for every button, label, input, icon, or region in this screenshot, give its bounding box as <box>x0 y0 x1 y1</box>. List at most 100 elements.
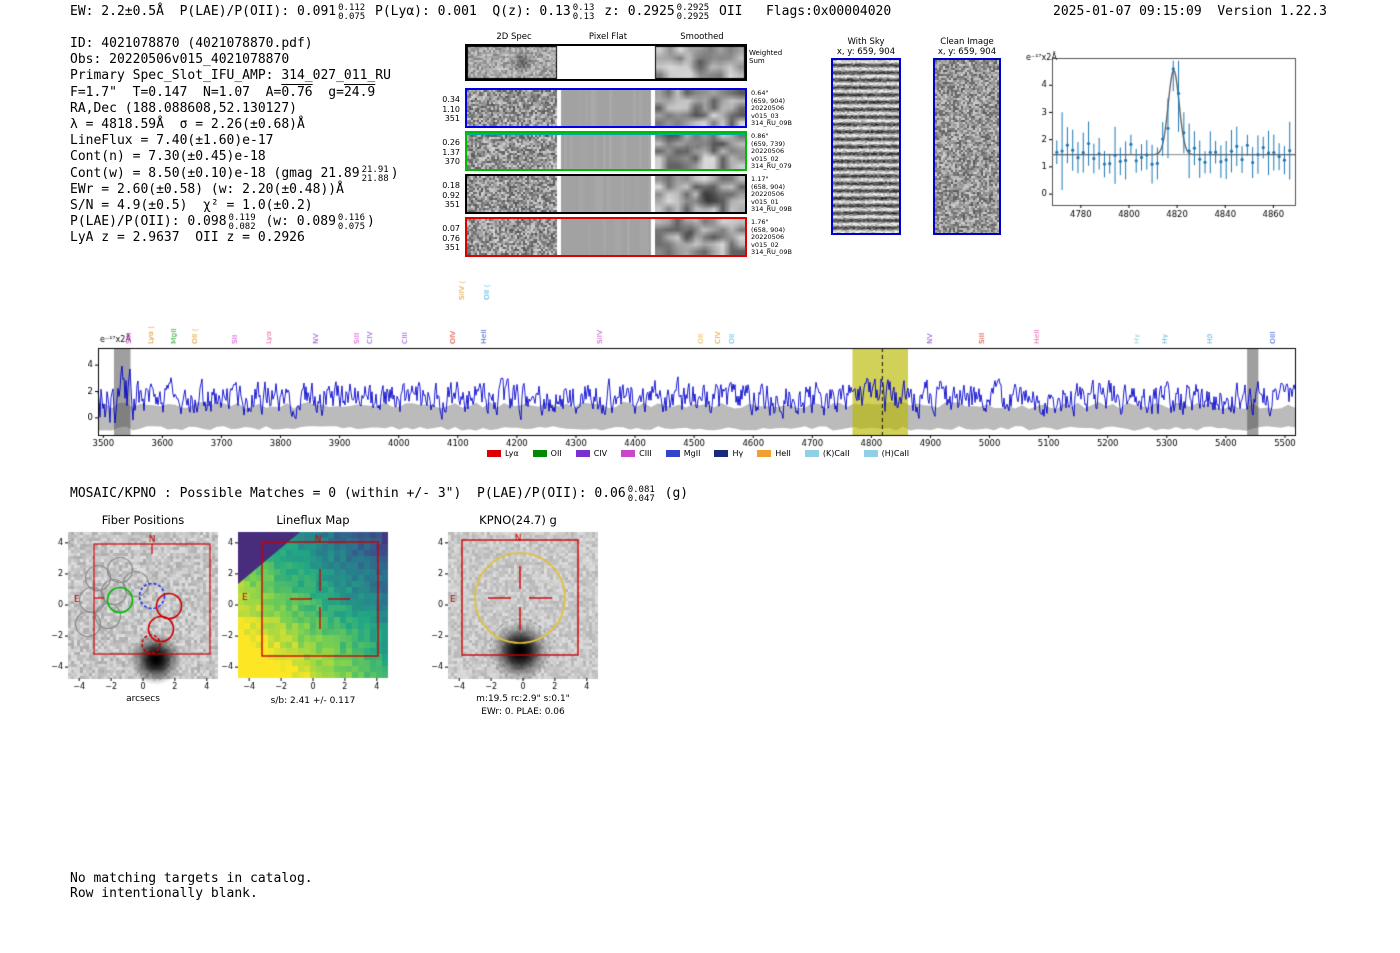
legend-swatch <box>863 450 878 457</box>
spec2d-row-right-labels: 0.64" (659, 904) 20220506 v015_03 314_RU_09B <box>751 89 813 128</box>
weighted-sum-label-line2: Sum <box>749 57 765 65</box>
row-left-label: 0.26 <box>442 138 460 147</box>
clean-image <box>935 60 999 233</box>
info-line: ID: 4021078870 (4021078870.pdf) <box>70 36 399 52</box>
detection-info-block: ID: 4021078870 (4021078870.pdf) Obs: 2022… <box>70 36 399 246</box>
spec2d-row-image <box>467 176 745 212</box>
spec2d-row-left-labels: 0.18 0.92 351 <box>428 181 460 210</box>
legend-label: MgII <box>683 449 701 458</box>
footer-line-2: Row intentionally blank. <box>70 886 258 901</box>
info-line: P(LAE)/P(OII): 0.098 0.119 0.082 (w: 0.089… <box>70 214 399 232</box>
row-left-label: 0.92 <box>442 190 460 200</box>
mosaic-header: MOSAIC/KPNO : Possible Matches = 0 (with… <box>70 486 688 504</box>
legend-item: (H)CaII <box>863 449 910 458</box>
legend-swatch <box>486 450 501 457</box>
weighted-sum-image <box>467 46 745 79</box>
legend-label: OII <box>550 449 562 458</box>
text-segment: Cont(w) = 8.50(±0.10)e-18 (gmag 21.89 <box>70 165 360 181</box>
legend-item: Lyα <box>486 449 519 458</box>
text-segment: ) <box>367 214 375 230</box>
legend-label: (H)CaII <box>881 449 910 458</box>
text-segment: P(LAE)/P(OII): 0.098 <box>70 214 227 230</box>
text-segment: F=1.7" T=0.147 N=1.07 A= <box>70 84 282 100</box>
lineflux-map-title: Lineflux Map <box>276 513 350 527</box>
spectrum-legend: Lyα OII CIV CIII MgII Hγ HeII (K)CaII (H)CaII <box>88 449 1308 459</box>
info-line: Cont(n) = 7.30(±0.45)e-18 <box>70 149 399 165</box>
with-sky-panel <box>831 58 901 235</box>
row-left-label: 0.18 <box>442 181 460 190</box>
text-segment: g= <box>312 84 344 100</box>
spec2d-row-right-labels: 0.86" (659, 739) 20220506 v015_02 314_RU_079 <box>751 132 813 171</box>
spec2d-row-image <box>467 219 745 255</box>
legend-swatch <box>757 450 772 457</box>
fiber-xlabel: arcsecs <box>126 694 160 704</box>
legend-label: CIII <box>639 449 652 458</box>
stacked-uncertainty: 0.2925 0.2925 <box>676 3 710 22</box>
info-line: Obs: 20220506v015_4021078870 <box>70 52 399 68</box>
clean-image-coords: x, y: 659, 904 <box>937 47 997 57</box>
legend-label: (K)CaII <box>822 449 850 458</box>
spec2d-row-image <box>467 90 745 126</box>
info-line: F=1.7" T=0.147 N=1.07 A=0.76 g=24.9 <box>70 85 399 101</box>
spec2d-row <box>465 217 747 257</box>
text-segment: Primary Spec_Slot_IFU_AMP: 314_027_011_R… <box>70 68 391 84</box>
legend-item: CIII <box>621 449 652 458</box>
text-segment: ID: 4021078870 (4021078870.pdf) <box>70 36 313 51</box>
fiber-positions-image <box>40 526 230 694</box>
fiber-positions-title: Fiber Positions <box>101 513 185 527</box>
legend-item: Hγ <box>714 449 743 458</box>
spec2d-row-right-labels: 1.17" (658, 904) 20220506 v015_01 314_RU_09B <box>751 175 813 214</box>
text-segment: OII Flags:0x00004020 <box>711 4 892 19</box>
row-right-label: 314_RU_09B <box>751 119 792 128</box>
legend-item: HeII <box>757 449 791 458</box>
stacked-uncertainty: 0.13 0.13 <box>572 3 595 22</box>
row-left-label: 351 <box>444 114 460 124</box>
col-header-pixelflat: Pixel Flat <box>588 32 628 42</box>
header-summary-line: EW: 2.2±0.5Å P(LAE)/P(OII): 0.091 0.112 0.… <box>70 4 891 22</box>
legend-item: OII <box>532 449 562 458</box>
text-segment: Obs: 20220506v015_4021078870 <box>70 52 290 68</box>
stacked-uncertainty: 21.91 21.88 <box>361 164 389 184</box>
text-segment: P(Lyα): 0.001 Q(z): 0.13 <box>367 4 571 19</box>
col-header-2dspec: 2D Spec <box>496 32 532 42</box>
kpno-caption-2: EWr: 0. PLAE: 0.06 <box>481 707 565 717</box>
legend-swatch <box>714 450 729 457</box>
spec2d-weighted-row <box>465 44 747 81</box>
text-segment: (g) <box>656 486 689 501</box>
row-left-label: 0.07 <box>442 224 460 233</box>
legend-label: HeII <box>775 449 791 458</box>
weighted-sum-label-line1: Weighted <box>749 49 783 57</box>
legend-swatch <box>665 450 680 457</box>
row-left-label: 0.76 <box>442 233 460 243</box>
text-segment: λ = 4818.59Å σ = 2.26(±0.68)Å <box>70 116 305 132</box>
text-segment: 24.9 <box>343 84 376 100</box>
stacked-uncertainty: 0.112 0.075 <box>338 3 366 22</box>
col-header-smoothed: Smoothed <box>680 32 724 42</box>
text-segment: Cont(n) = 7.30(±0.45)e-18 <box>70 149 266 165</box>
legend-swatch <box>532 450 547 457</box>
row-left-label: 1.10 <box>442 104 460 114</box>
legend-label: Lyα <box>504 449 519 458</box>
kpno-title: KPNO(24.7) g <box>479 513 557 527</box>
spec2d-row <box>465 131 747 171</box>
lineflux-map-image <box>210 526 400 694</box>
clean-image-title: Clean Image <box>940 37 994 47</box>
text-segment: EW: 2.2±0.5Å P(LAE)/P(OII): 0.091 <box>70 4 337 19</box>
legend-swatch <box>621 450 636 457</box>
row-left-label: 351 <box>444 243 460 253</box>
text-segment: RA,Dec (188.088608,52.130127) <box>70 100 297 116</box>
row-left-label: 0.34 <box>442 95 460 104</box>
text-segment: MOSAIC/KPNO : Possible Matches = 0 (with… <box>70 486 626 501</box>
legend-swatch <box>804 450 819 457</box>
spec2d-row <box>465 88 747 128</box>
row-right-label: 314_RU_079 <box>751 162 792 171</box>
info-line: LyA z = 2.9637 OII z = 0.2926 <box>70 230 399 246</box>
spec2d-row-right-labels: 1.76" (658, 904) 20220506 v015_02 314_RU_09B <box>751 218 813 257</box>
spec2d-row-left-labels: 0.07 0.76 351 <box>428 224 460 253</box>
row-left-label: 370 <box>444 157 460 167</box>
row-right-label: 314_RU_09B <box>751 205 792 214</box>
spec2d-row <box>465 174 747 214</box>
row-right-label: 314_RU_09B <box>751 248 792 257</box>
spec2d-row-left-labels: 0.34 1.10 351 <box>428 95 460 124</box>
info-line: Cont(w) = 8.50(±0.10)e-18 (gmag 21.89 21.… <box>70 164 399 184</box>
